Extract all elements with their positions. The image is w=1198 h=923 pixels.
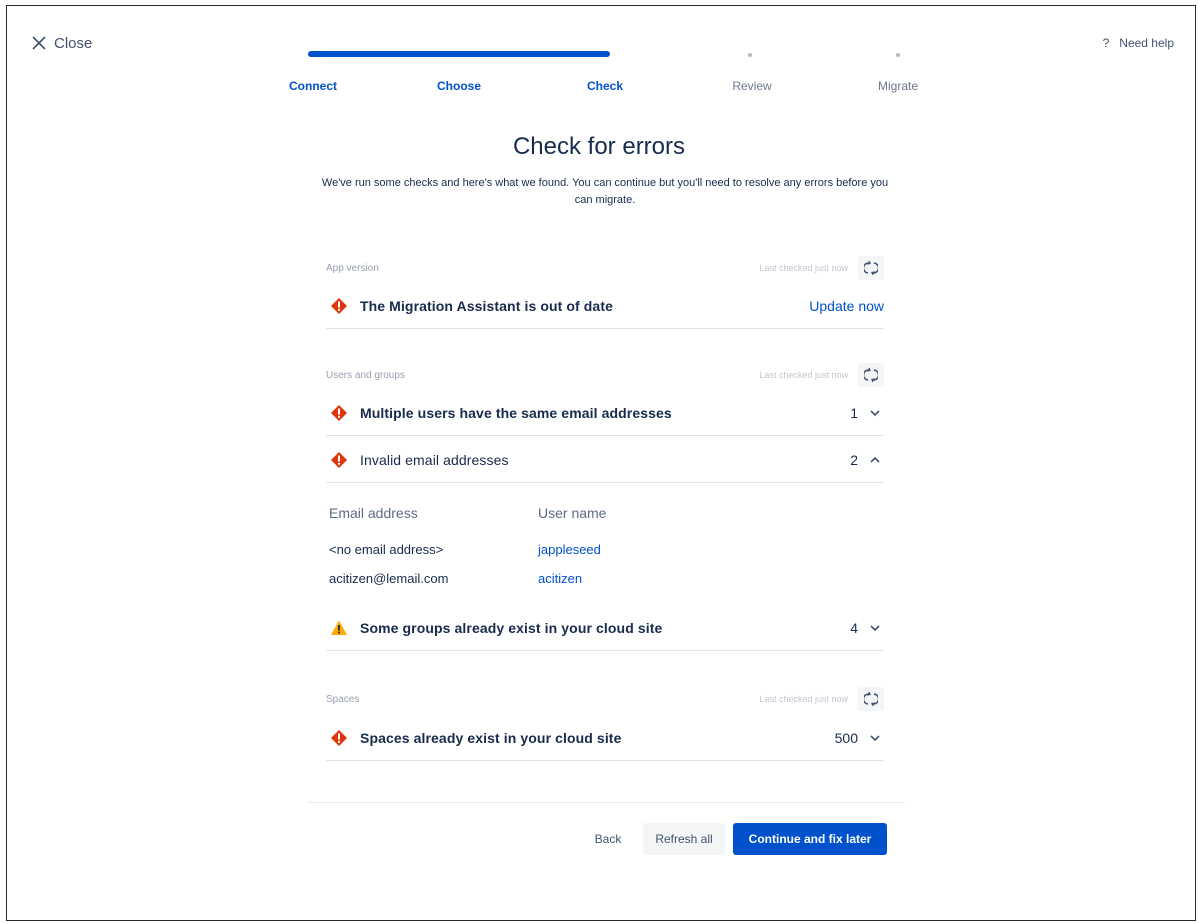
- step-review: Review: [732, 79, 772, 93]
- email-cell: <no email address>: [329, 542, 444, 557]
- step-migrate: Migrate: [877, 79, 919, 93]
- issue-count: 1: [850, 404, 858, 421]
- section-header-spaces: Spaces Last checked just now: [326, 687, 884, 711]
- page-title: Check for errors: [512, 133, 686, 160]
- refresh-icon: [864, 261, 878, 275]
- chevron-down-icon[interactable]: [868, 731, 882, 745]
- check-text: Spaces already exist in your cloud site: [360, 729, 622, 746]
- update-now-link[interactable]: Update now: [809, 298, 884, 314]
- section-header-app-version: App version Last checked just now: [326, 256, 884, 280]
- check-row-invalid-emails[interactable]: Invalid email addresses 2: [326, 437, 884, 483]
- back-button[interactable]: Back: [585, 823, 631, 855]
- progress-stepper: Connect Choose Check Review Migrate: [0, 46, 1198, 96]
- refresh-button[interactable]: [858, 256, 884, 280]
- user-name-link[interactable]: acitizen: [538, 571, 582, 586]
- continue-button[interactable]: Continue and fix later: [733, 823, 887, 855]
- check-row-duplicate-emails[interactable]: Multiple users have the same email addre…: [326, 390, 884, 436]
- chevron-down-icon[interactable]: [868, 621, 882, 635]
- issue-count: 4: [850, 619, 858, 636]
- check-row-groups-exist[interactable]: Some groups already exist in your cloud …: [326, 605, 884, 651]
- refresh-icon: [864, 692, 878, 706]
- page-subtitle: We've run some checks and here's what we…: [321, 177, 889, 206]
- issue-count: 500: [834, 729, 858, 746]
- check-row-app-version: The Migration Assistant is out of date U…: [326, 283, 884, 329]
- progress-bar: [308, 51, 610, 57]
- step-connect: Connect: [289, 79, 337, 93]
- section-name: Spaces: [326, 693, 360, 705]
- check-text: Invalid email addresses: [360, 451, 509, 468]
- step-choose: Choose: [436, 79, 482, 93]
- last-checked-text: Last checked just now: [759, 370, 848, 380]
- check-text: The Migration Assistant is out of date: [360, 297, 613, 314]
- step-check: Check: [586, 79, 624, 93]
- column-header-user-name: User name: [538, 505, 607, 521]
- step-dot-review: [748, 53, 752, 57]
- refresh-button[interactable]: [858, 363, 884, 387]
- error-icon: [331, 451, 347, 468]
- refresh-button[interactable]: [858, 687, 884, 711]
- email-cell: acitizen@lemail.com: [329, 571, 449, 586]
- check-row-spaces-exist[interactable]: Spaces already exist in your cloud site …: [326, 715, 884, 761]
- section-name: Users and groups: [326, 369, 405, 381]
- last-checked-text: Last checked just now: [759, 694, 848, 704]
- error-icon: [331, 297, 347, 314]
- section-name: App version: [326, 262, 379, 274]
- step-dot-migrate: [896, 53, 900, 57]
- section-header-users-groups: Users and groups Last checked just now: [326, 363, 884, 387]
- error-icon: [331, 729, 347, 746]
- last-checked-text: Last checked just now: [759, 263, 848, 273]
- refresh-icon: [864, 368, 878, 382]
- chevron-down-icon[interactable]: [868, 406, 882, 420]
- refresh-all-button[interactable]: Refresh all: [643, 823, 725, 855]
- check-text: Multiple users have the same email addre…: [360, 404, 672, 421]
- error-icon: [331, 404, 347, 421]
- user-name-link[interactable]: jappleseed: [538, 542, 601, 557]
- issue-count: 2: [850, 451, 858, 468]
- warning-icon: [331, 620, 347, 635]
- chevron-up-icon[interactable]: [868, 453, 882, 467]
- column-header-email: Email address: [329, 505, 418, 521]
- check-text: Some groups already exist in your cloud …: [360, 619, 663, 636]
- footer-divider: [307, 802, 905, 803]
